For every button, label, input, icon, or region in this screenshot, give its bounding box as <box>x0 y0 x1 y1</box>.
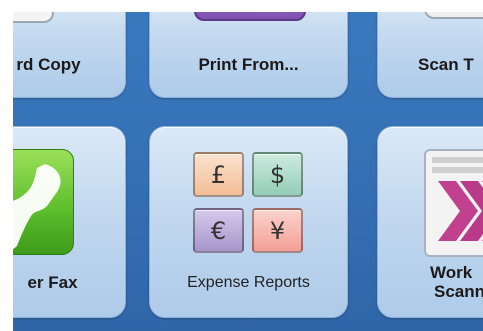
pound-symbol: £ <box>210 160 227 189</box>
print-from-label: Print From... <box>198 55 299 74</box>
app-panel: rd Copy Print From... Scan T er Fax £ $ <box>13 12 483 331</box>
euro-symbol: € <box>210 216 227 245</box>
expense-reports-tile[interactable]: £ $ € ¥ Expense Reports <box>149 126 348 318</box>
phone-shape <box>13 164 61 250</box>
print-from-icon <box>194 12 306 21</box>
expense-reports-label: Expense Reports <box>187 274 310 291</box>
yen-icon: ¥ <box>252 208 303 253</box>
euro-icon: € <box>193 208 244 253</box>
card-copy-icon <box>13 12 54 27</box>
pound-icon: £ <box>193 152 244 197</box>
dollar-symbol: $ <box>269 160 286 189</box>
scan-to-label: Scan T <box>418 55 474 74</box>
scan-to-tile[interactable]: Scan T <box>377 12 483 98</box>
scan-to-icon <box>424 12 483 19</box>
card-copy-tile[interactable]: rd Copy <box>13 12 126 98</box>
workflow-scanning-label-2: Scann <box>434 282 483 301</box>
print-from-tile[interactable]: Print From... <box>149 12 348 98</box>
currency-grid-icon: £ $ € ¥ <box>150 127 347 257</box>
workflow-scanning-tile[interactable]: Work Scann <box>377 126 483 318</box>
phone-handset-icon <box>13 149 74 255</box>
dollar-icon: $ <box>252 152 303 197</box>
server-fax-tile[interactable]: er Fax <box>13 126 126 318</box>
card-copy-label: rd Copy <box>16 55 81 74</box>
server-fax-label: er Fax <box>27 273 78 292</box>
workflow-document-icon <box>424 149 483 257</box>
yen-symbol: ¥ <box>269 216 286 245</box>
workflow-chevrons <box>438 181 483 241</box>
workflow-scanning-label-1: Work <box>430 263 473 282</box>
